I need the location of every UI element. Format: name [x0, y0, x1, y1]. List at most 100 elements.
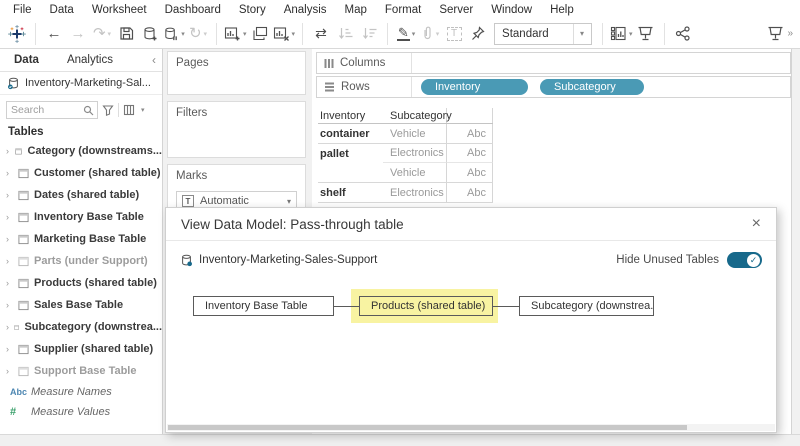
- expand-chevron-icon[interactable]: ›: [6, 344, 13, 354]
- sort-ascending-icon[interactable]: [334, 22, 356, 46]
- save-button[interactable]: [115, 22, 137, 46]
- dialog-title: View Data Model: Pass-through table: [181, 217, 404, 232]
- table-item-inventory-base[interactable]: › Inventory Base Table: [0, 206, 162, 228]
- node-inventory-base-table[interactable]: Inventory Base Table: [193, 296, 334, 316]
- relationship-line: [493, 306, 519, 308]
- scrollbar-thumb[interactable]: [168, 425, 687, 430]
- divider: [118, 103, 119, 117]
- tab-analytics[interactable]: Analytics: [53, 49, 127, 71]
- rows-shelf-label: Rows: [317, 77, 412, 97]
- sort-descending-icon[interactable]: [358, 22, 380, 46]
- menu-worksheet[interactable]: Worksheet: [83, 4, 156, 16]
- show-hide-cards-button[interactable]: ▾: [610, 22, 633, 46]
- pages-shelf[interactable]: Pages: [167, 51, 306, 95]
- relationship-line: [334, 306, 359, 308]
- expand-chevron-icon[interactable]: ›: [6, 234, 13, 244]
- table-item-marketing-base[interactable]: › Marketing Base Table: [0, 228, 162, 250]
- expand-chevron-icon[interactable]: ›: [6, 146, 10, 156]
- view-data-model-dialog: View Data Model: Pass-through table × In…: [165, 207, 777, 433]
- datasource-item[interactable]: Inventory-Marketing-Sal...: [0, 72, 162, 95]
- viz-row[interactable]: Vehicle Abc: [318, 163, 493, 183]
- expand-chevron-icon[interactable]: ›: [6, 190, 13, 200]
- highlight-button[interactable]: ✎▾: [395, 22, 417, 46]
- viz-header-subcategory[interactable]: Subcategory: [383, 108, 447, 123]
- menu-analysis[interactable]: Analysis: [275, 4, 336, 16]
- data-model-diagram: Inventory Base Table Products (shared ta…: [166, 289, 776, 337]
- menu-data[interactable]: Data: [41, 4, 83, 16]
- duplicate-sheet-button[interactable]: [249, 22, 271, 46]
- fix-axes-button[interactable]: [467, 22, 489, 46]
- expand-chevron-icon[interactable]: ›: [6, 256, 13, 266]
- menu-map[interactable]: Map: [336, 4, 376, 16]
- new-worksheet-button[interactable]: ▾: [224, 22, 247, 46]
- filters-shelf[interactable]: Filters: [167, 101, 306, 158]
- rows-shelf[interactable]: Rows Inventory Subcategory: [316, 76, 791, 98]
- search-input[interactable]: [11, 104, 81, 116]
- menu-dashboard[interactable]: Dashboard: [156, 4, 230, 16]
- table-item-sales-base[interactable]: › Sales Base Table: [0, 294, 162, 316]
- mark-type-value: Automatic: [200, 195, 249, 207]
- menu-server[interactable]: Server: [430, 4, 482, 16]
- filter-fields-icon[interactable]: [102, 104, 114, 116]
- table-item-subcategory[interactable]: › Subcategory (downstrea...: [0, 316, 162, 338]
- expand-chevron-icon[interactable]: ›: [6, 212, 13, 222]
- new-datasource-button[interactable]: [139, 22, 161, 46]
- rows-shelf-content: Inventory Subcategory: [412, 77, 644, 97]
- chevron-down-icon[interactable]: ▾: [141, 106, 145, 114]
- field-measure-values[interactable]: # Measure Values: [0, 402, 162, 422]
- table-item-supplier[interactable]: › Supplier (shared table): [0, 338, 162, 360]
- expand-chevron-icon[interactable]: ›: [6, 278, 13, 288]
- columns-shelf[interactable]: Columns: [316, 52, 791, 74]
- pill-inventory[interactable]: Inventory: [421, 79, 528, 95]
- show-mark-labels-icon[interactable]: T: [443, 22, 465, 46]
- horizontal-scrollbar[interactable]: [167, 424, 775, 431]
- search-icon: [83, 105, 94, 116]
- datasource-label: Inventory-Marketing-Sal...: [25, 77, 151, 89]
- forward-button[interactable]: →: [67, 22, 89, 46]
- expand-chevron-icon[interactable]: ›: [6, 322, 9, 332]
- format-links-icon[interactable]: ▾: [419, 22, 441, 46]
- table-item-dates[interactable]: › Dates (shared table): [0, 184, 162, 206]
- close-icon[interactable]: ×: [752, 216, 761, 232]
- collapse-pane-icon[interactable]: ‹: [152, 53, 162, 67]
- node-products-shared-table[interactable]: Products (shared table): [359, 296, 493, 316]
- swap-axes-button[interactable]: ⇄: [310, 22, 332, 46]
- viz-row[interactable]: shelf Electronics Abc: [318, 183, 493, 203]
- view-options-icon[interactable]: [123, 104, 135, 116]
- table-item-support-base[interactable]: › Support Base Table: [0, 360, 162, 382]
- menu-help[interactable]: Help: [541, 4, 583, 16]
- menu-format[interactable]: Format: [376, 4, 430, 16]
- viz-row[interactable]: pallet Electronics Abc: [318, 144, 493, 163]
- clear-sheet-button[interactable]: ▾: [273, 22, 296, 46]
- node-subcategory[interactable]: Subcategory (downstrea...: [519, 296, 654, 316]
- viz-row[interactable]: container Vehicle Abc: [318, 124, 493, 144]
- hide-unused-tables-control: Hide Unused Tables ✓: [616, 252, 762, 268]
- presentation-mode-button[interactable]: [635, 22, 657, 46]
- show-me-button[interactable]: »: [767, 26, 795, 41]
- pill-subcategory[interactable]: Subcategory: [540, 79, 644, 95]
- table-item-parts[interactable]: › Parts (under Support): [0, 250, 162, 272]
- table-item-customer[interactable]: › Customer (shared table): [0, 162, 162, 184]
- search-box[interactable]: [6, 101, 98, 119]
- menu-story[interactable]: Story: [230, 4, 275, 16]
- tab-data[interactable]: Data: [0, 49, 53, 71]
- menu-window[interactable]: Window: [482, 4, 541, 16]
- back-button[interactable]: ←: [43, 22, 65, 46]
- expand-chevron-icon[interactable]: ›: [6, 366, 13, 376]
- table-item-products[interactable]: › Products (shared table): [0, 272, 162, 294]
- expand-chevron-icon[interactable]: ›: [6, 168, 13, 178]
- menu-file[interactable]: File: [4, 4, 41, 16]
- refresh-icon[interactable]: ↻▾: [187, 22, 209, 46]
- share-button[interactable]: [672, 22, 694, 46]
- field-measure-names[interactable]: Abc Measure Names: [0, 382, 162, 402]
- expand-chevron-icon[interactable]: ›: [6, 300, 13, 310]
- columns-icon: [324, 58, 334, 69]
- fit-dropdown[interactable]: Standard ▾: [494, 23, 592, 45]
- table-item-category[interactable]: › Category (downstreams...: [0, 140, 162, 162]
- pause-auto-updates-button[interactable]: ▾: [163, 22, 185, 46]
- viz-header-inventory[interactable]: Inventory: [318, 108, 383, 123]
- table-icon: [18, 278, 29, 289]
- redo-icon[interactable]: ↷▾: [91, 22, 113, 46]
- hide-unused-tables-toggle[interactable]: ✓: [727, 252, 762, 268]
- pages-label: Pages: [176, 57, 209, 69]
